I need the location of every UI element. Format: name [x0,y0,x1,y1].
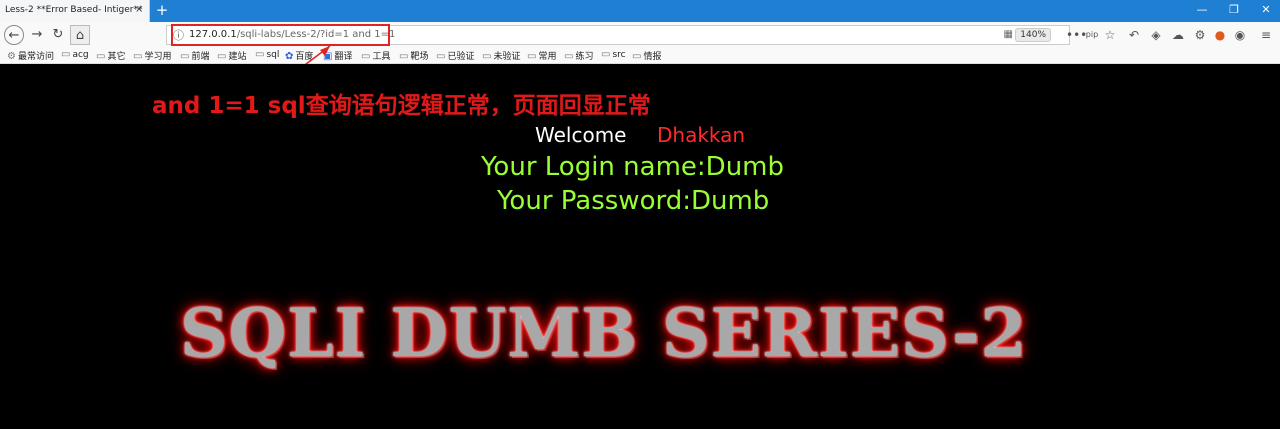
page-actions-icon[interactable]: ••• [1066,27,1087,43]
tab-title: Less-2 **Error Based- Intiger** [5,5,143,15]
folder-icon: ▭ [61,49,71,60]
bookmark-src[interactable]: ▭ src [601,49,626,60]
back-arrow-icon[interactable]: ← [4,25,24,45]
bookmarks-toolbar: ⚙ 最常访问 ▭ acg ▭ 其它 ▭ 学习用 ▭ 前端 ▭ 建站 ▭ sql ✿ 百度 ▣ 翻译… [0,47,1280,64]
bookmark-verified[interactable]: ▭ 已验证 [436,49,474,62]
password-line: Your Password:Dumb [497,186,770,216]
paw-icon: ✿ [285,51,294,62]
cloud-icon[interactable]: ☁ [1170,27,1186,43]
gear-icon: ⚙ [7,51,16,62]
folder-icon: ▭ [436,51,446,62]
bookmark-frontend[interactable]: ▭ 前端 [180,49,209,62]
bookmark-star-icon[interactable]: ☆ [1102,27,1118,43]
bookmark-practice[interactable]: ▭ 练习 [564,49,593,62]
close-window-icon[interactable]: ✕ [1258,2,1274,18]
bookmark-common[interactable]: ▭ 常用 [527,49,556,62]
restore-icon[interactable]: ❐ [1226,2,1242,18]
gear-icon[interactable]: ⚙ [1192,27,1208,43]
url-highlight-box [171,24,390,46]
shield-icon[interactable]: ◈ [1148,27,1164,43]
qr-code-icon[interactable]: ▦ [1004,29,1013,40]
welcome-name: Dhakkan [657,123,746,147]
extension-icon[interactable]: ● [1212,27,1228,43]
translate-icon: ▣ [323,51,333,62]
bookmark-acg[interactable]: ▭ acg [61,49,89,60]
zoom-level[interactable]: 140% [1015,28,1051,42]
title-bar: Less-2 **Error Based- Intiger** × + — ❐ … [0,0,1280,22]
folder-icon: ▭ [527,51,537,62]
active-tab[interactable]: Less-2 **Error Based- Intiger** × [0,0,150,22]
bookmark-baidu[interactable]: ✿ 百度 [285,49,313,62]
folder-icon: ▭ [133,51,143,62]
pip-icon[interactable]: pip [1084,27,1100,43]
folder-icon: ▭ [564,51,574,62]
bookmark-site-building[interactable]: ▭ 建站 [217,49,246,62]
tab-close-icon[interactable]: × [135,4,143,15]
folder-icon: ▭ [632,51,642,62]
folder-icon: ▭ [399,51,409,62]
folder-icon: ▭ [361,51,371,62]
folder-icon: ▭ [180,51,190,62]
undo-icon[interactable]: ↶ [1126,27,1142,43]
home-icon[interactable]: ⌂ [70,25,90,45]
folder-icon: ▭ [96,51,106,62]
bookmark-tools[interactable]: ▭ 工具 [361,49,390,62]
sync-icon[interactable]: ◉ [1232,27,1248,43]
forward-arrow-icon[interactable]: → [27,25,47,45]
login-name-line: Your Login name:Dumb [481,152,784,182]
folder-icon: ▭ [601,49,611,60]
new-tab-button[interactable]: + [154,1,170,19]
bookmark-other[interactable]: ▭ 其它 [96,49,125,62]
welcome-label: Welcome [535,123,627,147]
bookmark-study[interactable]: ▭ 学习用 [133,49,171,62]
bookmark-sql[interactable]: ▭ sql [255,49,279,60]
page-content: and 1=1 sql查询语句逻辑正常，页面回显正常 Welcome Dhakk… [0,64,1280,429]
bookmark-range[interactable]: ▭ 靶场 [399,49,428,62]
folder-icon: ▭ [482,51,492,62]
folder-icon: ▭ [255,49,265,60]
reload-icon[interactable]: ↻ [48,25,68,45]
series-banner: SQLI DUMB SERIES-2 [180,294,1028,372]
bookmark-most-visited[interactable]: ⚙ 最常访问 [7,49,54,62]
bookmark-unverified[interactable]: ▭ 未验证 [482,49,520,62]
bookmark-intel[interactable]: ▭ 情报 [632,49,661,62]
folder-icon: ▭ [217,51,227,62]
minimize-icon[interactable]: — [1194,2,1210,18]
annotation-text: and 1=1 sql查询语句逻辑正常，页面回显正常 [152,93,651,119]
bookmark-translate[interactable]: ▣ 翻译 [323,49,352,62]
menu-icon[interactable]: ≡ [1258,27,1274,43]
